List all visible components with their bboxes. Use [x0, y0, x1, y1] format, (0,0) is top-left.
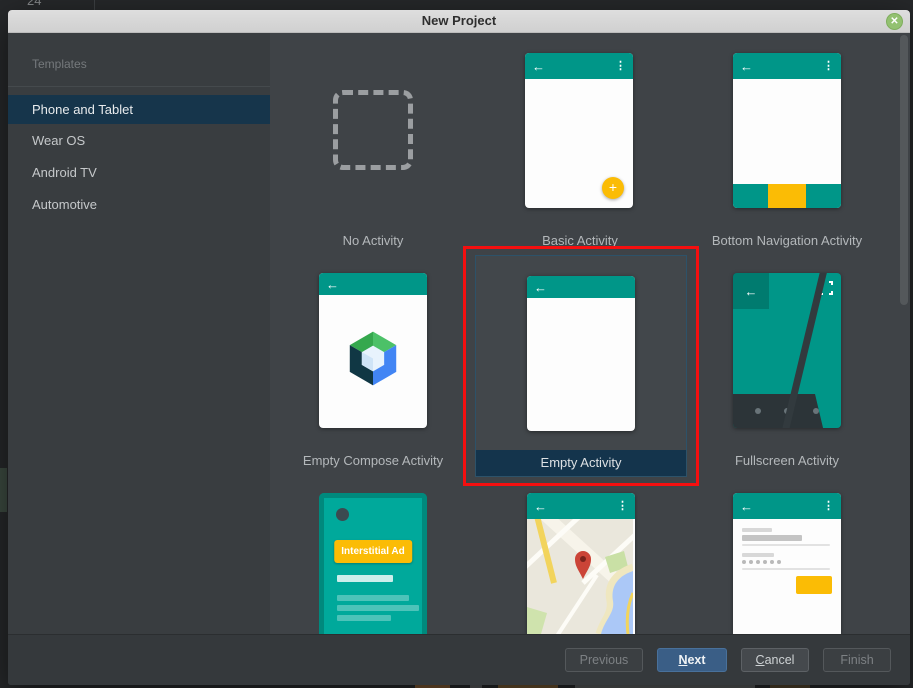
template-admob-ads-activity[interactable]: Interstitial Ad: [319, 493, 427, 634]
back-arrow-icon: ←: [745, 285, 758, 298]
template-label-bottom-navigation: Bottom Navigation Activity: [684, 233, 890, 248]
close-button[interactable]: ✕: [886, 13, 903, 30]
template-fullscreen-activity[interactable]: ←: [733, 273, 841, 428]
status-dot: [336, 508, 349, 521]
back-arrow-icon: ←: [534, 500, 547, 513]
cancel-button[interactable]: Cancel: [741, 648, 809, 672]
overflow-menu-icon: ⋮: [615, 61, 626, 72]
dialog-title: New Project: [8, 10, 910, 32]
next-button[interactable]: Next: [657, 648, 727, 672]
back-arrow-icon: ←: [326, 278, 339, 291]
back-arrow-icon: ←: [532, 60, 545, 73]
template-grid: No Activity ← ⋮ + Basic Activity ← ⋮ Bot…: [270, 33, 910, 634]
template-login-activity[interactable]: ← ⋮: [733, 493, 841, 634]
sidebar-header: Templates: [8, 33, 270, 71]
new-project-dialog: New Project ✕ Templates Phone and Tablet…: [8, 10, 910, 685]
template-label-empty-compose: Empty Compose Activity: [270, 453, 476, 468]
sidebar-divider: [8, 86, 270, 87]
back-arrow-icon: ←: [740, 60, 753, 73]
sidebar-item-phone-and-tablet[interactable]: Phone and Tablet: [8, 95, 270, 124]
previous-button[interactable]: Previous: [565, 648, 643, 672]
dialog-titlebar[interactable]: New Project ✕: [8, 10, 910, 33]
close-icon: ✕: [890, 16, 898, 27]
template-no-activity[interactable]: [333, 90, 413, 170]
template-basic-activity[interactable]: ← ⋮ +: [525, 53, 633, 208]
overflow-menu-icon: ⋮: [823, 501, 834, 512]
templates-sidebar: Templates Phone and Tablet Wear OS Andro…: [8, 33, 270, 634]
template-label-no-activity: No Activity: [270, 233, 476, 248]
interstitial-ad-banner: Interstitial Ad: [334, 540, 412, 563]
bottom-nav-bar: [733, 184, 841, 208]
template-google-maps-activity[interactable]: ← ⋮: [527, 493, 635, 634]
compose-logo-icon: [346, 329, 400, 393]
empty-activity-thumbnail: ←: [527, 276, 635, 431]
editor-divider: [94, 0, 95, 10]
back-arrow-icon: ←: [740, 500, 753, 513]
template-label-fullscreen: Fullscreen Activity: [684, 453, 890, 468]
login-button-placeholder: [796, 576, 832, 594]
fab-add-icon: +: [602, 177, 624, 199]
overflow-menu-icon: ⋮: [823, 61, 834, 72]
template-empty-activity[interactable]: ← Empty Activity: [463, 246, 699, 486]
template-empty-compose-activity[interactable]: ←: [319, 273, 427, 428]
map-thumbnail: [527, 519, 635, 634]
template-label-empty-activity: Empty Activity: [476, 450, 686, 476]
editor-line-number: 24: [27, 0, 41, 8]
overflow-menu-icon: ⋮: [617, 501, 628, 512]
dialog-footer: Previous Next Cancel Finish: [8, 634, 910, 685]
sidebar-item-automotive[interactable]: Automotive: [8, 190, 270, 220]
back-arrow-icon: ←: [534, 281, 547, 294]
sidebar-item-android-tv[interactable]: Android TV: [8, 158, 270, 188]
sidebar-item-wear-os[interactable]: Wear OS: [8, 126, 270, 156]
selected-card-panel: ← Empty Activity: [475, 255, 687, 477]
vertical-scrollbar[interactable]: [900, 35, 908, 305]
finish-button[interactable]: Finish: [823, 648, 891, 672]
tool-window-stripe: [0, 468, 7, 512]
template-bottom-navigation-activity[interactable]: ← ⋮: [733, 53, 841, 208]
